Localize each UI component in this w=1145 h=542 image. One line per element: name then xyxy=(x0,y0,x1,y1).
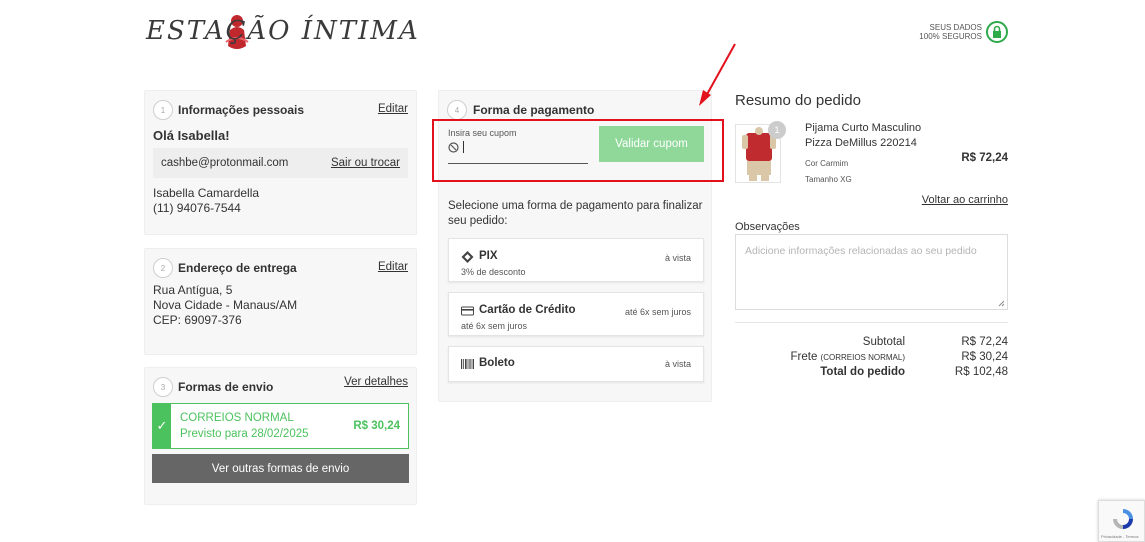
shipping-details-link[interactable]: Ver detalhes xyxy=(344,376,408,388)
email-box: cashbe@protonmail.com Sair ou trocar xyxy=(153,148,408,178)
payment-option-name: Boleto xyxy=(479,357,515,369)
payment-option-name: PIX xyxy=(479,250,498,262)
summary-title: Resumo do pedido xyxy=(735,92,861,109)
personal-info-panel: 1 Informações pessoais Editar Olá Isabel… xyxy=(144,90,417,235)
address-cep: CEP: 69097-376 xyxy=(153,313,242,327)
subtotal-label: Subtotal xyxy=(862,336,905,348)
recaptcha-text: Privacidade - Termos xyxy=(1101,534,1139,539)
step-number: 4 xyxy=(447,100,467,120)
freight-value: R$ 30,24 xyxy=(961,351,1008,363)
greeting: Olá Isabella! xyxy=(153,128,230,143)
freight-label: Frete xyxy=(790,351,818,363)
store-logo[interactable]: ESTAÇÃO ÍNTIMA xyxy=(146,12,418,52)
credit-card-icon xyxy=(461,306,474,316)
shipping-option-name: CORREIOS NORMAL xyxy=(180,412,294,424)
payment-option-boleto[interactable]: Boleto à vista xyxy=(448,346,704,382)
subtotal-value: R$ 72,24 xyxy=(961,336,1008,348)
notes-textarea[interactable]: Adicione informações relacionadas ao seu… xyxy=(735,234,1008,310)
shipping-option-price: R$ 30,24 xyxy=(353,420,400,432)
check-icon: ✓ xyxy=(153,404,171,448)
product-size: Tamanho XG xyxy=(805,175,852,184)
payment-option-pix[interactable]: PIX 3% de desconto à vista xyxy=(448,238,704,282)
edit-personal-link[interactable]: Editar xyxy=(378,103,408,115)
annotation-highlight-box xyxy=(432,119,724,182)
product-name-line1: Pijama Curto Masculino xyxy=(805,122,922,134)
divider xyxy=(735,322,1008,323)
product-price: R$ 72,24 xyxy=(961,152,1008,164)
step-number: 1 xyxy=(153,100,173,120)
pix-icon xyxy=(461,251,474,263)
step-number: 3 xyxy=(153,377,173,397)
payment-option-credit-card[interactable]: Cartão de Crédito até 6x sem juros até 6… xyxy=(448,292,704,336)
payment-option-sub: até 6x sem juros xyxy=(461,321,528,331)
product-name-line2: Pizza DeMillus 220214 xyxy=(805,137,917,149)
lock-icon xyxy=(986,21,1008,43)
address-line2: Nova Cidade - Manaus/AM xyxy=(153,298,298,312)
other-shipping-button[interactable]: Ver outras formas de envio xyxy=(152,454,409,483)
recaptcha-icon xyxy=(1113,509,1133,529)
shipping-option-selected[interactable]: ✓ CORREIOS NORMAL Previsto para 28/02/20… xyxy=(152,403,409,449)
notes-label: Observações xyxy=(735,221,800,233)
freight-method: (CORREIOS NORMAL) xyxy=(820,353,905,362)
total-value: R$ 102,48 xyxy=(954,366,1008,378)
secure-badge: SEUS DADOS 100% SEGUROS xyxy=(919,21,1008,43)
secure-line1: SEUS DADOS xyxy=(929,23,982,32)
address-panel: 2 Endereço de entrega Editar Rua Antígua… xyxy=(144,248,417,355)
shipping-panel: 3 Formas de envio Ver detalhes ✓ CORREIO… xyxy=(144,367,417,505)
recaptcha-badge[interactable]: Privacidade - Termos xyxy=(1098,500,1145,542)
payment-option-terms: à vista xyxy=(664,253,691,263)
address-title: Endereço de entrega xyxy=(178,261,297,275)
payment-option-terms: à vista xyxy=(664,359,691,369)
personal-info-title: Informações pessoais xyxy=(178,103,305,117)
switch-account-link[interactable]: Sair ou trocar xyxy=(331,157,400,169)
secure-line2: 100% SEGUROS xyxy=(919,32,982,41)
barcode-icon xyxy=(461,359,474,369)
user-email: cashbe@protonmail.com xyxy=(161,157,289,169)
step-number: 2 xyxy=(153,258,173,278)
customer-name: Isabella Camardella xyxy=(153,186,260,200)
payment-option-sub: 3% de desconto xyxy=(461,267,526,277)
quantity-badge: 1 xyxy=(768,121,786,139)
resize-handle-icon[interactable] xyxy=(998,300,1005,307)
shipping-option-date: Previsto para 28/02/2025 xyxy=(180,428,309,440)
back-to-cart-link[interactable]: Voltar ao carrinho xyxy=(922,194,1008,206)
payment-option-name: Cartão de Crédito xyxy=(479,304,576,316)
notes-placeholder: Adicione informações relacionadas ao seu… xyxy=(745,245,977,257)
total-label: Total do pedido xyxy=(820,366,905,378)
payment-title: Forma de pagamento xyxy=(473,103,595,117)
payment-option-terms: até 6x sem juros xyxy=(624,307,691,317)
customer-phone: (11) 94076-7544 xyxy=(153,201,241,215)
address-line1: Rua Antígua, 5 xyxy=(153,283,233,297)
payment-instructions: Selecione uma forma de pagamento para fi… xyxy=(448,200,703,227)
logo-text: ESTAÇÃO ÍNTIMA xyxy=(146,16,420,46)
annotation-arrow-icon xyxy=(699,43,736,106)
shipping-title: Formas de envio xyxy=(178,380,274,394)
freight-label-row: Frete (CORREIOS NORMAL) xyxy=(791,351,906,363)
edit-address-link[interactable]: Editar xyxy=(378,261,408,273)
product-color: Cor Carmim xyxy=(805,159,849,168)
